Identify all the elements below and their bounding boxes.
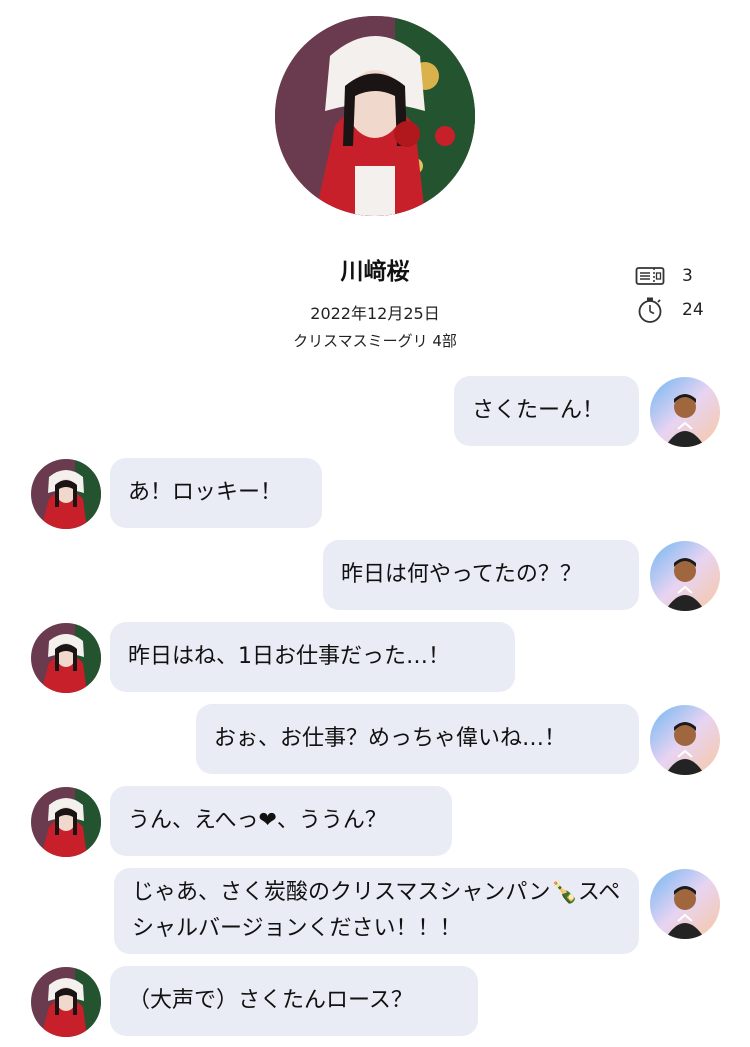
user-message-bubble[interactable]: じゃあ、さく炭酸のクリスマスシャンパン🍾スペシャルバージョンください！！！: [114, 868, 639, 954]
idol-avatar[interactable]: [31, 787, 101, 857]
user-avatar[interactable]: [650, 705, 720, 775]
event-session: クリスマスミーグリ 4部: [293, 332, 457, 350]
idol-avatar[interactable]: [31, 967, 101, 1037]
message-row-user: おぉ、お仕事？めっちゃ偉いね…！: [0, 704, 750, 776]
user-avatar[interactable]: [650, 541, 720, 611]
user-message-bubble[interactable]: 昨日は何やってたの？？: [323, 540, 639, 610]
idol-message-bubble[interactable]: （大声で）さくたんロース？: [110, 966, 478, 1036]
message-row-idol: あ！ロッキー！: [0, 458, 750, 530]
ticket-stat: 3: [634, 262, 722, 290]
message-row-user: 昨日は何やってたの？？: [0, 540, 750, 612]
message-row-user: さくたーん！: [0, 376, 750, 448]
message-row-idol: 昨日はね、1日お仕事だった…！: [0, 622, 750, 694]
ticket-icon: [634, 262, 666, 290]
time-stat: 24: [634, 296, 722, 324]
idol-avatar[interactable]: [31, 459, 101, 529]
user-avatar[interactable]: [650, 869, 720, 939]
idol-profile-photo[interactable]: [275, 16, 475, 216]
stopwatch-icon: [634, 296, 666, 324]
user-message-bubble[interactable]: さくたーん！: [454, 376, 639, 446]
message-row-idol: （大声で）さくたんロース？: [0, 966, 750, 1038]
idol-message-bubble[interactable]: 昨日はね、1日お仕事だった…！: [110, 622, 515, 692]
user-avatar[interactable]: [650, 377, 720, 447]
idol-message-bubble[interactable]: あ！ロッキー！: [110, 458, 322, 528]
idol-message-bubble[interactable]: うん、えへっ❤、ううん？: [110, 786, 452, 856]
time-value: 24: [682, 300, 704, 320]
ticket-count: 3: [682, 266, 693, 286]
user-message-bubble[interactable]: おぉ、お仕事？めっちゃ偉いね…！: [196, 704, 639, 774]
message-row-user: じゃあ、さく炭酸のクリスマスシャンパン🍾スペシャルバージョンください！！！: [0, 868, 750, 956]
message-row-idol: うん、えへっ❤、ううん？: [0, 786, 750, 858]
idol-avatar[interactable]: [31, 623, 101, 693]
